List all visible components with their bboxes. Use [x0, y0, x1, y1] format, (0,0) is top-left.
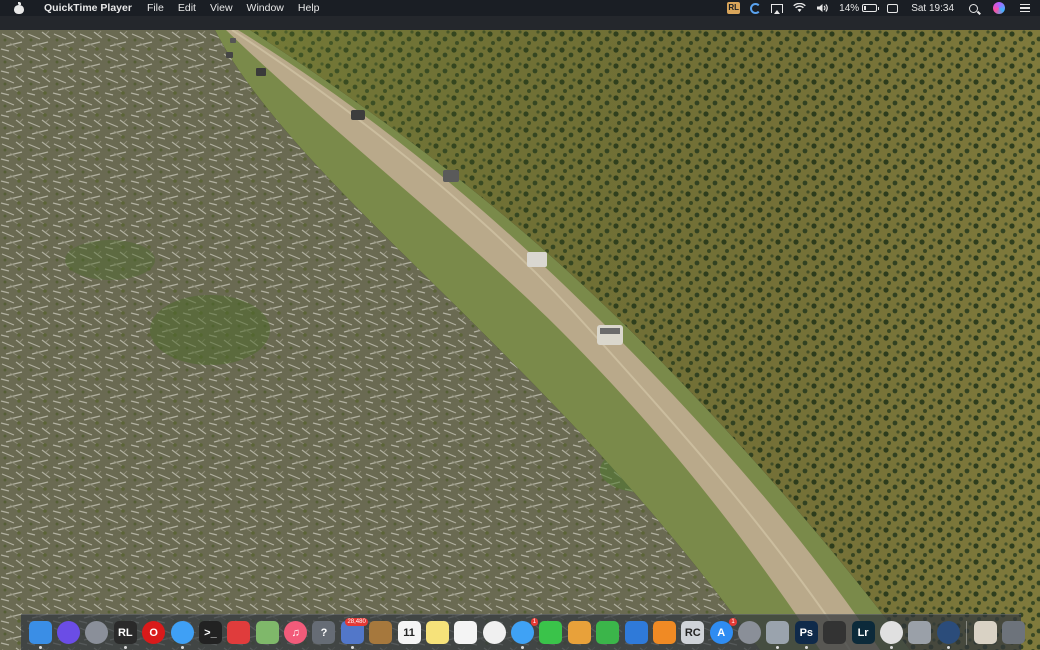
running-indicator [521, 646, 525, 649]
battery-status[interactable]: 14% [839, 2, 880, 14]
notes-icon[interactable] [425, 621, 449, 644]
help-icon[interactable]: ? [312, 621, 336, 644]
running-indicator [946, 646, 950, 649]
menu-edit[interactable]: Edit [171, 0, 203, 16]
menu-window[interactable]: Window [240, 0, 291, 16]
lightroom-icon[interactable]: Lr [851, 621, 875, 644]
system-preferences-icon[interactable] [738, 621, 762, 644]
downloads-stack-icon[interactable] [974, 621, 998, 644]
chrome-icon[interactable] [879, 621, 903, 649]
desktop [0, 16, 1040, 650]
g-status-icon[interactable] [750, 2, 762, 14]
menu-file[interactable]: File [140, 0, 171, 16]
numbers-icon[interactable] [596, 621, 620, 644]
preview-icon[interactable] [255, 621, 279, 644]
volume-icon[interactable] [816, 3, 829, 13]
display-icon[interactable] [887, 3, 899, 13]
rl-status-icon[interactable]: RL [727, 2, 741, 14]
battery-percent: 14% [839, 2, 860, 14]
screenshot-app-icon[interactable] [766, 621, 790, 649]
airplay-icon[interactable] [771, 3, 784, 14]
photo-app-icon[interactable]: 28,480 [340, 618, 368, 649]
status-area: RL 14% Sat 19:34 [722, 0, 1040, 16]
running-indicator [38, 646, 42, 649]
notification-badge: 28,480 [345, 618, 368, 626]
safari-icon[interactable] [170, 621, 194, 649]
app-store-icon[interactable]: A1 [709, 618, 737, 644]
menu-view[interactable]: View [203, 0, 240, 16]
menu-help[interactable]: Help [291, 0, 327, 16]
finder-icon[interactable] [28, 621, 52, 649]
running-indicator [804, 646, 808, 649]
terminal-icon[interactable]: >_ [198, 621, 222, 644]
wifi-icon[interactable] [793, 3, 806, 13]
siri-icon[interactable] [57, 621, 81, 644]
terminal-label: >_ [204, 626, 217, 639]
rc-app-icon[interactable]: RC [681, 621, 705, 644]
books-icon[interactable] [652, 621, 676, 644]
calendar-icon[interactable]: 11 [397, 621, 421, 644]
trash-icon[interactable] [1002, 621, 1026, 644]
rl-app-icon[interactable]: RL [113, 621, 137, 649]
aerial-video-frame [0, 30, 1040, 650]
app-menu[interactable]: QuickTime Player [37, 0, 140, 16]
app-store-label: A [717, 626, 726, 639]
spotlight-search-icon[interactable] [969, 3, 978, 13]
keynote-icon[interactable] [624, 621, 648, 644]
menu-bar-left: QuickTime Player File Edit View Window H… [0, 0, 327, 16]
notebook-app-icon[interactable] [369, 621, 393, 644]
keynote-doc-icon[interactable] [567, 621, 591, 644]
messages-icon[interactable]: 1 [511, 618, 539, 649]
reminders-icon[interactable] [454, 621, 478, 644]
siri-status-icon[interactable] [993, 2, 1005, 14]
rl-app-label: RL [117, 626, 133, 639]
dock: RL O >_ ♫? 28,480 11 1 RC A 1 Ps Lr [21, 614, 1026, 650]
rc-app-label: RC [684, 626, 701, 639]
notification-badge: 1 [729, 618, 737, 626]
clock[interactable]: Sat 19:34 [911, 3, 954, 14]
notification-badge: 1 [530, 618, 539, 626]
lightroom-label: Lr [857, 626, 869, 639]
launchpad-icon[interactable] [85, 621, 109, 644]
music-label: ♫ [291, 626, 300, 639]
running-indicator [350, 646, 354, 649]
photos-icon[interactable] [482, 621, 506, 644]
opera-label: O [149, 626, 158, 639]
opera-icon[interactable]: O [142, 621, 166, 644]
running-indicator [889, 646, 893, 649]
battery-icon [862, 4, 880, 12]
photoshop-icon[interactable]: Ps [794, 621, 818, 649]
menu-bar: QuickTime Player File Edit View Window H… [0, 0, 1040, 16]
running-indicator [180, 646, 184, 649]
window-top-edge [0, 16, 1040, 30]
no-entry-app-icon[interactable] [227, 621, 251, 644]
notification-center-icon[interactable] [1020, 3, 1030, 13]
browser-app-icon[interactable] [936, 621, 960, 649]
help-label: ? [320, 626, 328, 639]
running-indicator [776, 646, 780, 649]
dock-separator [966, 620, 968, 645]
music-icon[interactable]: ♫ [284, 621, 308, 644]
document-icon[interactable] [908, 621, 932, 644]
apple-menu-icon[interactable] [13, 2, 25, 14]
final-cut-icon[interactable] [823, 621, 847, 644]
running-indicator [123, 646, 127, 649]
facetime-icon[interactable] [539, 621, 563, 644]
calendar-label: 11 [403, 626, 415, 639]
photoshop-label: Ps [799, 626, 814, 639]
